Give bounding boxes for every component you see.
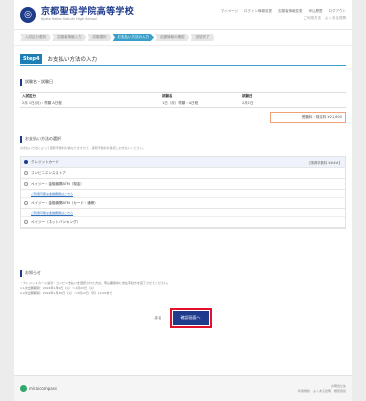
payment-option-label: ペイジー・金融機関ATM（カード・通帳） xyxy=(31,200,98,205)
payment-block: お支払い方法の選択 お支払い方法によって事務手数料が異なりますので、事務手数料を… xyxy=(20,135,346,229)
table-cell: 2月 1日(月)・専願 A日程 xyxy=(22,101,62,105)
nav-faq[interactable]: よくある質問 xyxy=(325,16,346,21)
nav-mypage[interactable]: マイページ xyxy=(221,9,238,14)
payment-option-net-banking[interactable]: ペイジー（ネットバンキング） xyxy=(21,217,345,228)
payment-block-heading: お支払い方法の選択 xyxy=(20,135,346,143)
school-logo[interactable]: 京都聖母学院高等学校 Kyoto Seibo Gakuin High Schoo… xyxy=(41,6,135,22)
table-header: 入試区分 xyxy=(22,94,36,98)
payment-option-label: コンビニエンスストア xyxy=(31,170,66,175)
exam-table: 入試区分 試験名 試験日 2月 1日(月)・専願 A日程 1日（月）専願・A日程… xyxy=(20,92,346,108)
footer-logo[interactable]: miraicompass xyxy=(20,385,57,392)
school-name-en: Kyoto Seibo Gakuin High School xyxy=(41,16,97,21)
radio-icon[interactable] xyxy=(24,201,28,205)
footer-links: お問合せ先 利用規約 よくある質問 推奨環境 xyxy=(298,384,346,393)
school-logo-icon: ◎ xyxy=(20,6,36,23)
step-4-active: お支払い方法の入力 xyxy=(112,34,154,41)
radio-icon[interactable] xyxy=(24,171,28,175)
step-1: 入試区分選択 xyxy=(20,34,51,41)
radio-icon[interactable] xyxy=(24,220,28,224)
total-fee-value: ¥21,600 xyxy=(327,115,342,119)
bank-list-link[interactable]: ご利用可能な金融機関はこちら xyxy=(21,209,345,217)
progress-steps: 入試区分選択 志願者情報入力 試験選択 お支払い方法の入力 出願情報の確認 送信… xyxy=(14,30,352,46)
payment-note: お支払い方法によって事務手数料が異なりますので、事務手数料を確認しお支払いくださ… xyxy=(20,146,146,150)
bank-list-link[interactable]: ご利用可能な金融機関はこちら xyxy=(21,190,345,198)
page-title: お支払い方法の入力 xyxy=(47,56,97,63)
site-header: ◎ 京都聖母学院高等学校 Kyoto Seibo Gakuin High Sch… xyxy=(14,0,352,30)
step-badge: Step4 xyxy=(20,53,43,64)
step-2: 志願者情報入力 xyxy=(52,34,87,41)
notice-line: 2.2次出願期間：2024年1月30日（火）～2月12日（月）12:00まで xyxy=(20,291,113,295)
notice-block: お知らせ ・クレジットカード決済・コンビニ支払いを選択された方は、申込期間中に支… xyxy=(20,269,346,296)
payment-option-payeasy-card[interactable]: ペイジー・金融機関ATM（カード・通帳） xyxy=(21,198,345,209)
header-nav: マイページ ログイン情報変更 志願者情報変更 申込履歴 ログアウト ご利用方法 … xyxy=(221,9,346,21)
nav-logout[interactable]: ログアウト xyxy=(329,9,347,14)
confirm-button[interactable]: 確認画面へ xyxy=(172,311,209,325)
step-5: 出願情報の確認 xyxy=(155,34,190,41)
payment-option-fee: 【事務手数料 ¥###】 xyxy=(307,160,342,165)
heading-bar xyxy=(20,135,22,143)
footer-link-contact[interactable]: お問合せ先 xyxy=(331,384,346,388)
header-subnav-row: ご利用方法 よくある質問 xyxy=(304,16,347,21)
back-button[interactable]: 戻る xyxy=(155,316,162,321)
miraicompass-logo-icon xyxy=(20,385,27,392)
payment-option-label: ペイジー・金融機関ATM（現金） xyxy=(31,181,84,186)
table-cell: 1日（月）専願・A日程 xyxy=(162,101,199,105)
nav-login-info[interactable]: ログイン情報変更 xyxy=(244,9,272,14)
payment-option-label: ペイジー（ネットバンキング） xyxy=(31,219,81,224)
heading-bar xyxy=(20,269,22,277)
footer-link-misc[interactable]: 利用規約 よくある質問 推奨環境 xyxy=(298,389,346,393)
exam-block-heading: 試験名・試験日 xyxy=(20,78,346,86)
nav-usage[interactable]: ご利用方法 xyxy=(304,16,322,21)
footer-brand: miraicompass xyxy=(29,386,57,391)
school-name: 京都聖母学院高等学校 xyxy=(41,6,135,17)
nav-applicant-info[interactable]: 志願者情報変更 xyxy=(278,9,303,14)
action-buttons: 戻る 確認画面へ xyxy=(14,308,352,328)
step-6: 送信完了 xyxy=(190,34,215,41)
nav-history[interactable]: 申込履歴 xyxy=(309,9,323,14)
exam-block-title: 試験名・試験日 xyxy=(25,79,53,84)
notice-block-heading: お知らせ xyxy=(20,269,346,277)
page: ◎ 京都聖母学院高等学校 Kyoto Seibo Gakuin High Sch… xyxy=(14,0,352,401)
notice-block-title: お知らせ xyxy=(25,270,41,275)
table-cell: 2月1日 xyxy=(242,101,254,105)
total-fee-box: 受験料・検定料 ¥21,600 xyxy=(270,112,346,123)
payment-option-convenience-store[interactable]: コンビニエンスストア xyxy=(21,168,345,179)
exam-block: 試験名・試験日 入試区分 試験名 試験日 2月 1日(月)・専願 A日程 1日（… xyxy=(20,78,346,123)
total-fee-label: 受験料・検定料 xyxy=(301,115,327,119)
payment-option-payeasy-cash[interactable]: ペイジー・金融機関ATM（現金） xyxy=(21,179,345,190)
radio-selected-icon[interactable] xyxy=(24,160,28,164)
step-3: 試験選択 xyxy=(87,34,112,41)
site-footer: miraicompass お問合せ先 利用規約 よくある質問 推奨環境 xyxy=(14,375,352,401)
section-title-bar: Step4 お支払い方法の入力 xyxy=(20,52,346,66)
notice-text: ・クレジットカード決済・コンビニ支払いを選択された方は、申込期間中に支払手続きを… xyxy=(20,281,346,296)
radio-icon[interactable] xyxy=(24,182,28,186)
header-nav-row: マイページ ログイン情報変更 志願者情報変更 申込履歴 ログアウト xyxy=(221,9,346,14)
payment-option-label: クレジットカード xyxy=(31,159,59,164)
confirm-button-highlight: 確認画面へ xyxy=(169,308,212,328)
payment-option-credit-card[interactable]: クレジットカード 【事務手数料 ¥###】 xyxy=(21,157,345,168)
payment-block-title: お支払い方法の選択 xyxy=(25,136,61,141)
heading-bar xyxy=(20,78,22,86)
table-header: 試験日 xyxy=(242,94,253,98)
payment-options: クレジットカード 【事務手数料 ¥###】 コンビニエンスストア ペイジー・金融… xyxy=(20,156,346,229)
table-header: 試験名 xyxy=(162,94,173,98)
